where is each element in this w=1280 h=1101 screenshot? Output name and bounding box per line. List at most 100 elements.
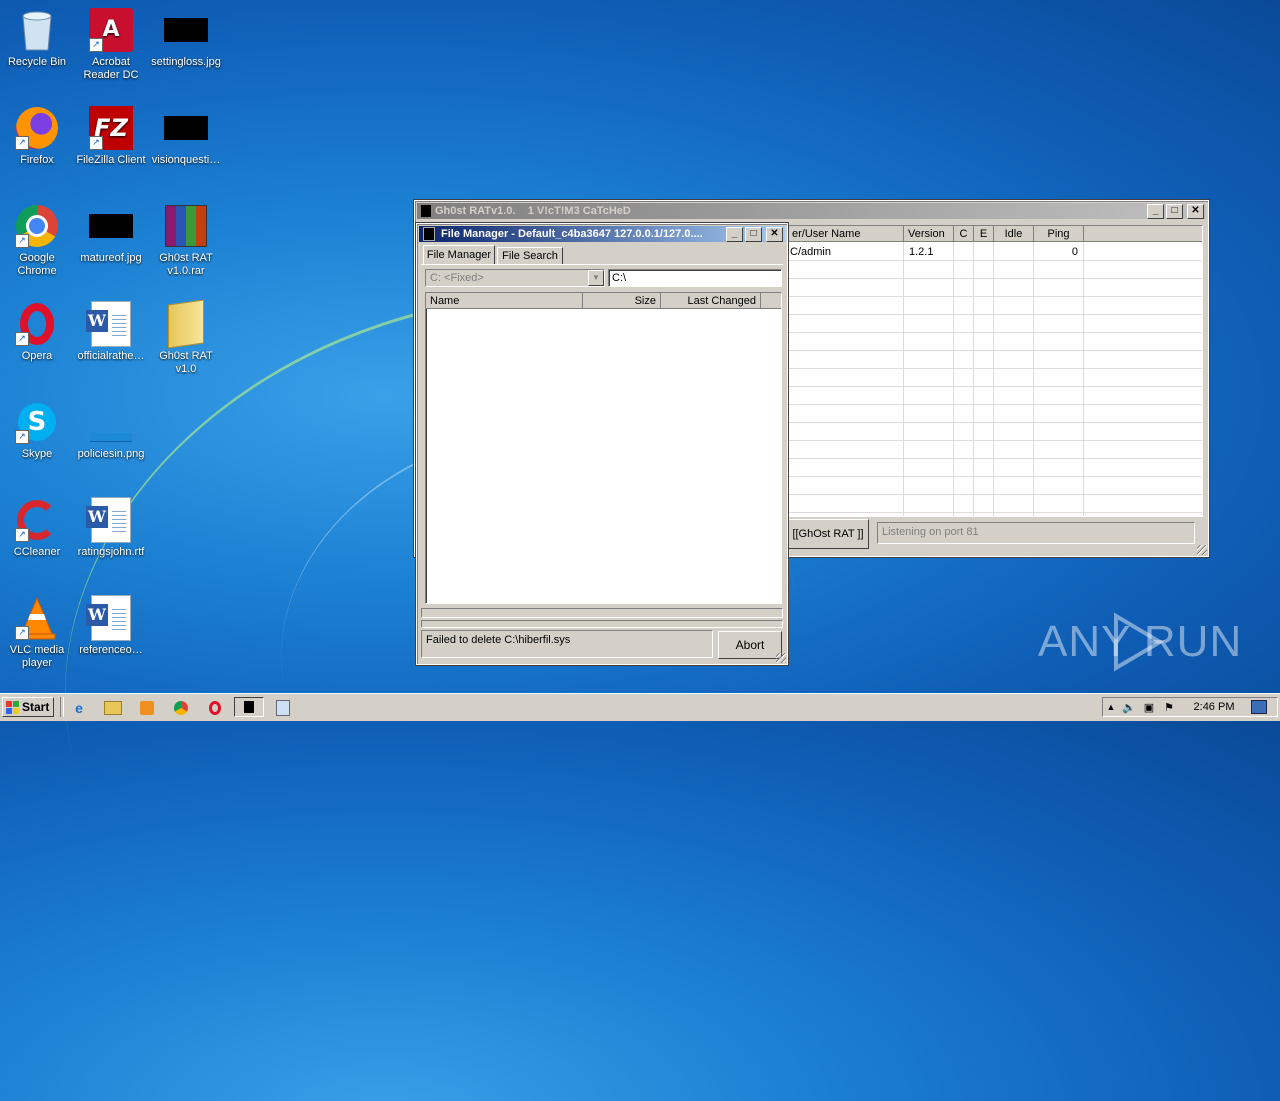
desktop-icon-visionquesti[interactable]: visionquesti… [149,106,223,167]
image-file-icon [89,400,133,444]
desktop-icon-acrobat[interactable]: A ↗ Acrobat Reader DC [74,8,148,82]
close-button[interactable]: ✕ [766,226,783,242]
desktop-icon-chrome[interactable]: ↗ Google Chrome [0,204,74,278]
col-header-idle[interactable]: Idle [994,226,1034,242]
resize-grip-icon[interactable] [1197,545,1207,555]
col-header-e[interactable]: E [974,226,994,242]
desktop-icon-recycle-bin[interactable]: Recycle Bin [0,8,74,69]
notepad-taskbar-icon[interactable] [272,698,294,718]
filezilla-icon: FZ ↗ [89,106,133,150]
flag-icon[interactable]: ⚑ [1159,701,1179,714]
file-manager-window: File Manager - Default_c4ba3647 127.0.0.… [415,222,789,666]
image-file-icon [89,204,133,248]
ccleaner-icon: ↗ [15,498,59,542]
desktop-icon-label: settingloss.jpg [151,56,221,68]
file-list[interactable]: Name Size Last Changed [425,292,782,604]
desktop-icon-label: officialrathe… [77,350,145,362]
desktop-icon-label: Opera [21,350,53,362]
play-logo-icon [1114,612,1164,672]
minimize-button[interactable]: _ [726,226,743,242]
desktop-icon-label: ratingsjohn.rtf [77,546,145,558]
desktop-icon-vlc[interactable]: ↗ VLC media player [0,596,74,670]
maximize-button[interactable]: □ [1166,203,1183,219]
desktop-icon-settingloss[interactable]: settingloss.jpg [149,8,223,69]
desktop-icon-officialrathe[interactable]: W officialrathe… [74,301,148,363]
desktop-icon-firefox[interactable]: ↗ Firefox [0,106,74,167]
start-label: Start [22,700,50,714]
col-header-filler [1084,226,1202,242]
progress-bar [421,608,783,618]
desktop-icon-label: FileZilla Client [76,154,146,166]
gh0st-taskbar-button[interactable] [234,697,264,717]
col-header-name[interactable]: Name [426,293,583,309]
desktop-icon-label: Gh0st RAT v1.0.rar [159,252,213,277]
firefox-icon: ↗ [15,106,59,150]
window-title: Gh0st RATv1.0. [435,205,516,217]
acrobat-icon: A ↗ [89,8,133,52]
desktop-icon-label: VLC media player [9,644,65,669]
desktop-icon-label: Gh0st RAT v1.0 [159,350,213,375]
col-header-version[interactable]: Version [904,226,954,242]
clock[interactable]: 2:46 PM [1179,701,1249,713]
col-header-ping[interactable]: Ping [1034,226,1084,242]
desktop-icon-opera[interactable]: ↗ Opera [0,302,74,363]
status-field: Listening on port 81 [877,522,1195,544]
table-row[interactable]: C/admin 1.2.1 0 [788,243,1202,261]
desktop-icon-label: Skype [21,448,53,460]
cell-version: 1.2.1 [909,246,934,258]
explorer-folder-icon[interactable] [102,698,124,718]
cell-user: C/admin [790,246,831,258]
resize-grip-icon[interactable] [776,653,786,663]
progress-bar-secondary [421,620,783,628]
col-header-last-changed[interactable]: Last Changed [661,293,761,309]
desktop-icon-gh0st-rar[interactable]: Gh0st RAT v1.0.rar [149,204,223,278]
status-text: Failed to delete C:\hiberfil.sys [421,630,713,658]
media-player-icon[interactable] [136,698,158,718]
tab-file-search[interactable]: File Search [497,247,563,265]
victim-list[interactable]: er/User Name Version C E Idle Ping C/adm… [787,225,1203,517]
desktop-icon-label: Acrobat Reader DC [83,56,139,81]
tab-file-manager[interactable]: File Manager [423,245,495,265]
desktop-icon-policiesin[interactable]: policiesin.png [74,400,148,461]
close-button[interactable]: ✕ [1187,203,1204,219]
tab-panel [421,264,783,265]
window-title: File Manager - Default_c4ba3647 127.0.0.… [441,228,703,240]
maximize-button[interactable]: □ [745,226,762,242]
chevron-down-icon[interactable]: ▼ [588,270,604,286]
image-file-icon [164,106,208,150]
show-desktop-icon[interactable] [1251,700,1267,714]
desktop-icon-matureof[interactable]: matureof.jpg [74,204,148,265]
word-doc-icon: W [86,595,133,641]
desktop-icon-skype[interactable]: S ↗ Skype [0,400,74,461]
desktop-icon-referenceo[interactable]: W referenceo… [74,595,148,657]
desktop-icon-label: policiesin.png [77,448,145,460]
network-icon[interactable]: ▣ [1139,701,1159,714]
recycle-bin-icon [15,8,59,52]
desktop-icon-ccleaner[interactable]: ↗ CCleaner [0,498,74,559]
desktop-icon-filezilla[interactable]: FZ ↗ FileZilla Client [74,106,148,167]
col-header-size[interactable]: Size [583,293,661,309]
opera-taskbar-icon[interactable] [204,698,226,718]
col-header-c[interactable]: C [954,226,974,242]
tag-button[interactable]: [[GhOst RAT ]] [787,519,869,549]
desktop-icon-ratingsjohn[interactable]: W ratingsjohn.rtf [74,497,148,559]
taskbar: Start e ▲ 🔈 ▣ ⚑ 2:46 PM [0,693,1280,721]
desktop-icon-label: CCleaner [13,546,61,558]
col-header-user[interactable]: er/User Name [788,226,904,242]
path-input[interactable]: C:\ [608,269,782,287]
file-manager-titlebar[interactable]: File Manager - Default_c4ba3647 127.0.0.… [419,226,785,242]
start-button[interactable]: Start [2,697,54,717]
chrome-taskbar-icon[interactable] [170,698,192,718]
system-tray: ▲ 🔈 ▣ ⚑ 2:46 PM [1102,697,1278,717]
desktop-icon-label: Google Chrome [17,252,57,277]
app-icon [421,205,431,217]
minimize-button[interactable]: _ [1147,203,1164,219]
desktop-icon-label: referenceo… [79,644,143,656]
gh0st-rat-titlebar[interactable]: Gh0st RATv1.0. 1 V!cT!M3 CaTcHeD _ □ ✕ [417,203,1206,219]
chevron-up-icon[interactable]: ▲ [1103,702,1119,712]
desktop-icon-gh0st-folder[interactable]: Gh0st RAT v1.0 [149,299,223,376]
speaker-icon[interactable]: 🔈 [1119,701,1139,714]
internet-explorer-icon[interactable]: e [68,698,90,718]
abort-button[interactable]: Abort [718,631,782,659]
drive-select[interactable]: C: <Fixed> ▼ [425,269,605,287]
